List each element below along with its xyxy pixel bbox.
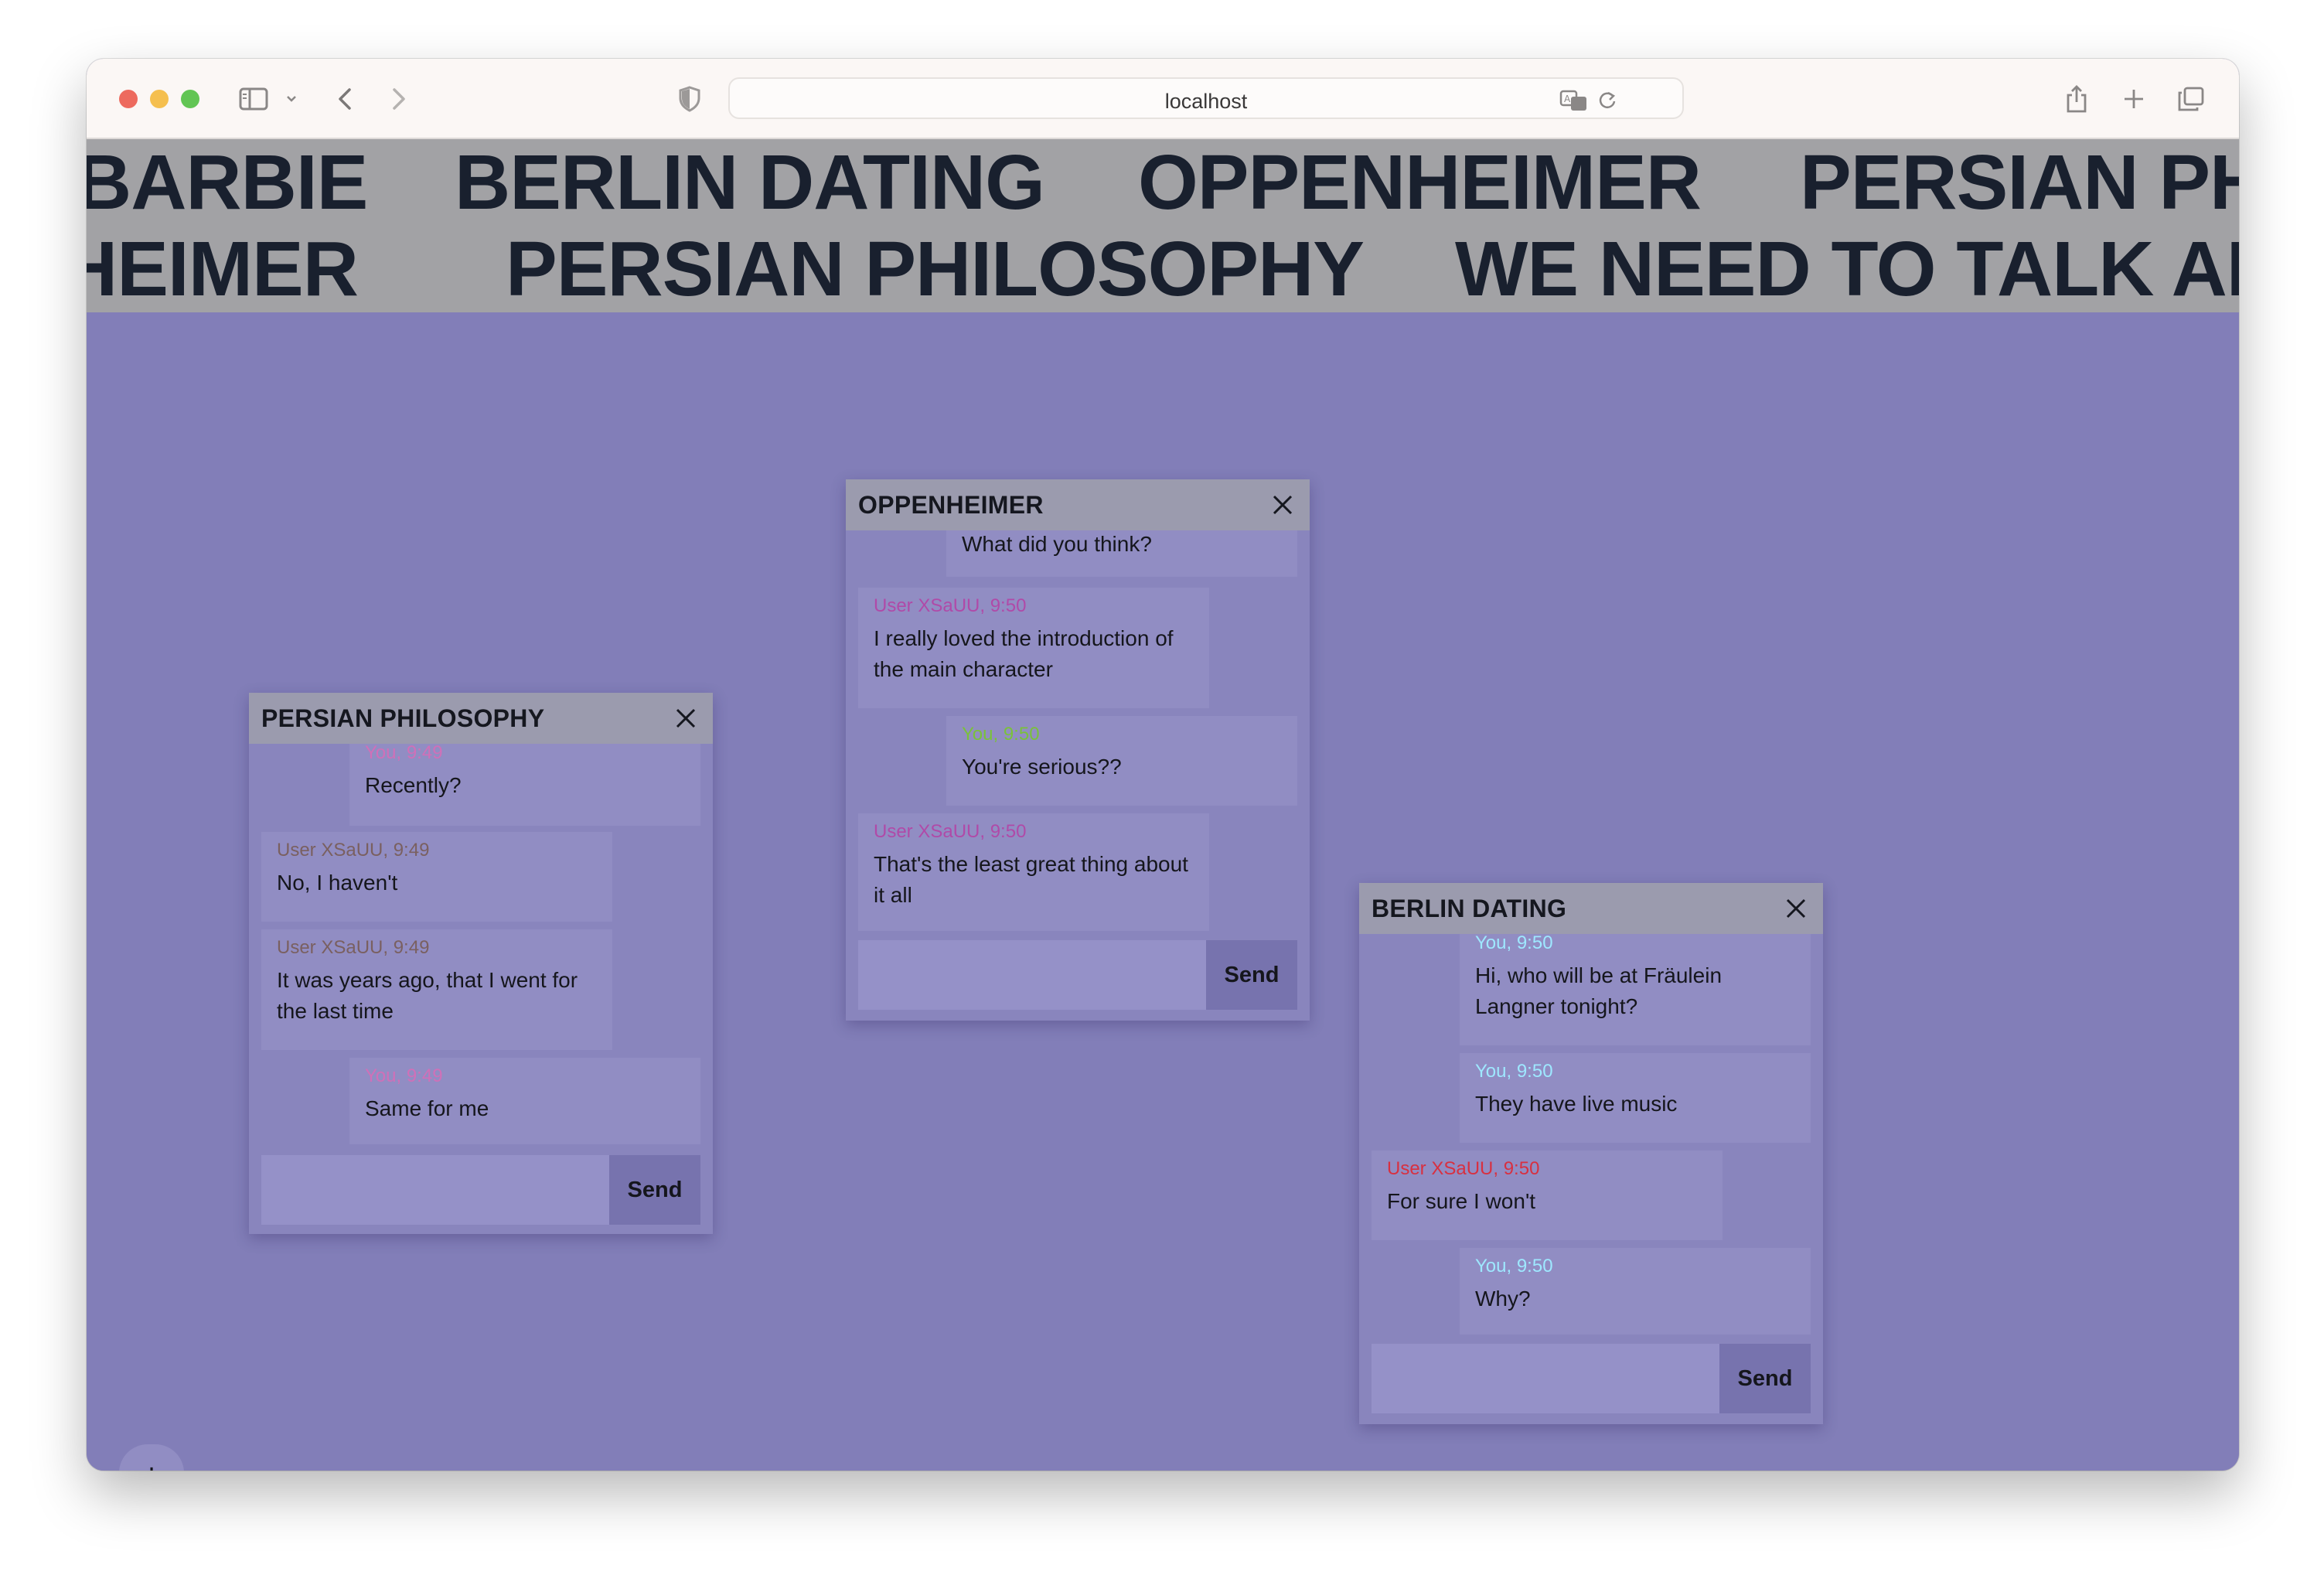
plus-icon[interactable] <box>2118 80 2149 118</box>
chat-title: OPPENHEIMER <box>858 490 1044 519</box>
message-meta: You, 9:50 <box>1475 934 1553 953</box>
chat-header: OPPENHEIMER <box>846 479 1310 530</box>
message-text: Why? <box>1475 1287 1531 1311</box>
message-meta: You, 9:50 <box>1475 1061 1553 1082</box>
message-own: You, 9:50 Hi, who will be at Fräulein La… <box>1460 934 1811 1045</box>
message-input[interactable] <box>261 1155 609 1225</box>
message-other: User XSaUU, 9:49 It was years ago, that … <box>261 929 612 1050</box>
page-content: BARBIE BERLIN DATING OPPENHEIMER PERSIAN… <box>87 139 2239 1471</box>
message-text: You're serious?? <box>962 755 1122 779</box>
minimize-window-button[interactable] <box>150 90 169 108</box>
translate-icon[interactable]: A <box>1559 82 1590 119</box>
marquee-topic[interactable]: WE NEED TO TALK AB <box>1455 226 2239 312</box>
chat-window-persian-philosophy: PERSIAN PHILOSOPHY You, 9:49 Recently? U… <box>249 693 713 1234</box>
marquee-topic[interactable]: HEIMER <box>87 226 359 312</box>
message-own: You, 9:50 Why? <box>1460 1248 1811 1334</box>
maximize-window-button[interactable] <box>181 90 199 108</box>
chat-messages: You, 9:50 Hi, who will be at Fräulein La… <box>1359 934 1823 1334</box>
sidebar-icon[interactable] <box>237 80 271 118</box>
chat-window-oppenheimer: OPPENHEIMER What did you think? User XSa… <box>846 479 1310 1021</box>
compose-bar: Send <box>1372 1344 1811 1413</box>
close-icon[interactable] <box>1783 895 1809 922</box>
message-meta: User XSaUU, 9:50 <box>874 821 1027 842</box>
message-meta: You, 9:50 <box>962 724 1040 745</box>
shield-icon[interactable] <box>674 80 705 118</box>
send-button[interactable]: Send <box>1206 940 1297 1010</box>
message-input[interactable] <box>858 940 1206 1010</box>
chat-messages: What did you think? User XSaUU, 9:50 I r… <box>846 530 1310 931</box>
add-chat-button[interactable]: + <box>119 1444 184 1471</box>
message-other: User XSaUU, 9:50 That's the least great … <box>858 813 1209 931</box>
message-text: They have live music <box>1475 1092 1678 1116</box>
url-text: localhost <box>1164 90 1248 113</box>
marquee-topic[interactable]: PERSIAN PHILOSOPHY <box>506 226 1365 312</box>
marquee-topic[interactable]: PERSIAN PH <box>1800 139 2239 226</box>
message-text: What did you think? <box>962 532 1152 556</box>
message-meta: You, 9:49 <box>365 744 443 763</box>
back-icon[interactable] <box>332 80 357 118</box>
browser-window: localhost A BARBIE BERLIN DATING OPPENHE… <box>87 59 2239 1471</box>
marquee-topic[interactable]: BERLIN DATING <box>455 139 1045 226</box>
message-text: Same for me <box>365 1096 489 1120</box>
message-text: Recently? <box>365 773 462 797</box>
browser-toolbar: localhost A <box>87 59 2239 139</box>
chat-title: PERSIAN PHILOSOPHY <box>261 704 545 732</box>
forward-icon[interactable] <box>387 80 411 118</box>
address-bar[interactable]: localhost A <box>728 77 1684 119</box>
svg-text:A: A <box>1564 94 1571 104</box>
close-window-button[interactable] <box>119 90 138 108</box>
message-meta: You, 9:50 <box>1475 1256 1553 1277</box>
message-input[interactable] <box>1372 1344 1719 1413</box>
message-meta: User XSaUU, 9:50 <box>1387 1158 1540 1179</box>
message-text: No, I haven't <box>277 871 398 895</box>
message-text: It was years ago, that I went for the la… <box>277 968 578 1023</box>
close-icon[interactable] <box>1269 492 1296 518</box>
message-text: That's the least great thing about it al… <box>874 852 1188 907</box>
message-meta: User XSaUU, 9:49 <box>277 840 430 861</box>
message-other: User XSaUU, 9:50 For sure I won't <box>1372 1150 1723 1240</box>
topic-marquee: BARBIE BERLIN DATING OPPENHEIMER PERSIAN… <box>87 139 2239 312</box>
compose-bar: Send <box>261 1155 700 1225</box>
close-icon[interactable] <box>673 705 699 731</box>
message-text: I really loved the introduction of the m… <box>874 626 1174 681</box>
chat-header: BERLIN DATING <box>1359 883 1823 934</box>
tabs-icon[interactable] <box>2174 80 2208 118</box>
message-other: User XSaUU, 9:50 I really loved the intr… <box>858 588 1209 708</box>
share-icon[interactable] <box>2061 80 2092 118</box>
reload-icon[interactable] <box>1596 82 1619 119</box>
marquee-topic[interactable]: OPPENHEIMER <box>1138 139 1702 226</box>
chat-header: PERSIAN PHILOSOPHY <box>249 693 713 744</box>
chat-title: BERLIN DATING <box>1372 894 1567 922</box>
message-own: You, 9:50 They have live music <box>1460 1053 1811 1143</box>
send-button[interactable]: Send <box>609 1155 700 1225</box>
message-other: User XSaUU, 9:49 No, I haven't <box>261 832 612 922</box>
message-meta: User XSaUU, 9:50 <box>874 595 1027 616</box>
message-meta: You, 9:49 <box>365 1065 443 1086</box>
compose-bar: Send <box>858 940 1297 1010</box>
chat-window-berlin-dating: BERLIN DATING You, 9:50 Hi, who will be … <box>1359 883 1823 1424</box>
message-own: You, 9:50 You're serious?? <box>946 716 1297 806</box>
message-own: You, 9:49 Recently? <box>349 744 700 826</box>
message-meta: User XSaUU, 9:49 <box>277 937 430 958</box>
message-text: For sure I won't <box>1387 1189 1536 1213</box>
send-button[interactable]: Send <box>1719 1344 1811 1413</box>
chat-messages: You, 9:49 Recently? User XSaUU, 9:49 No,… <box>249 744 713 1144</box>
message-text: Hi, who will be at Fräulein Langner toni… <box>1475 963 1723 1018</box>
message-own: You, 9:49 Same for me <box>349 1058 700 1144</box>
chevron-down-icon[interactable] <box>283 80 300 118</box>
marquee-topic[interactable]: BARBIE <box>87 139 368 226</box>
message-own: What did you think? <box>946 530 1297 577</box>
